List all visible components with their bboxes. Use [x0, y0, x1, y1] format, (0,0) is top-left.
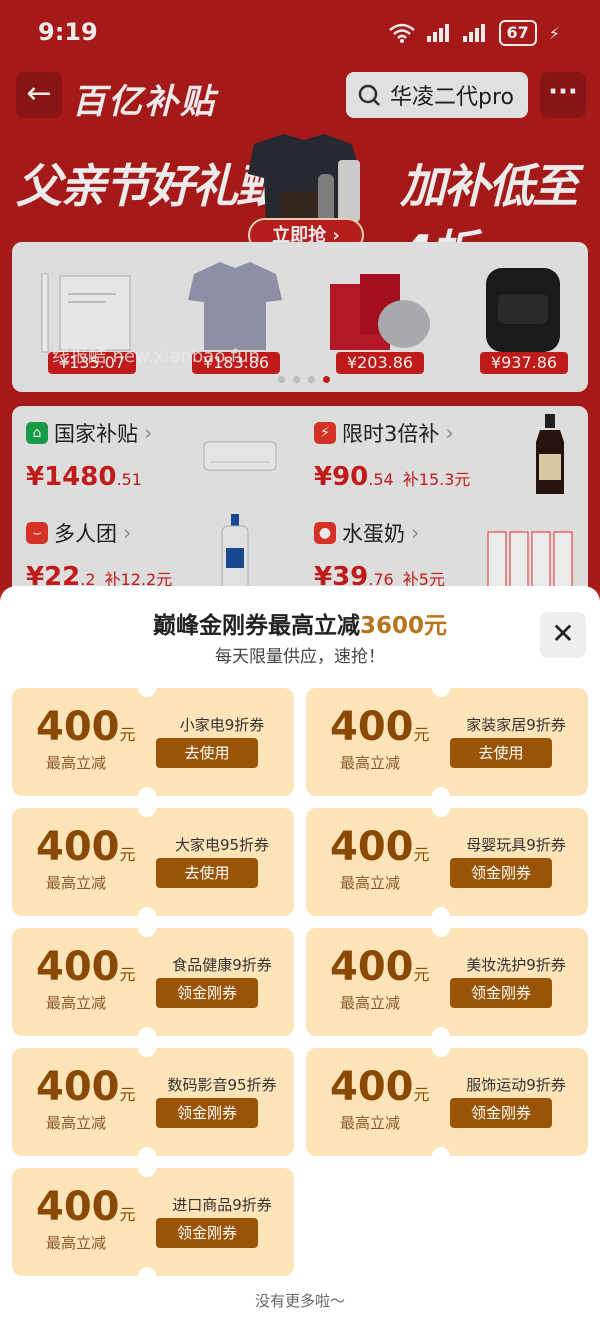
coupon-name: 食品健康9折券 [172, 956, 272, 974]
coupon-card[interactable]: 400元最高立减 进口商品9折券领金刚券 [12, 1168, 294, 1276]
coupon-action-button[interactable]: 领金刚券 [156, 978, 258, 1008]
coupon-amount: 400元 [330, 824, 430, 870]
coupon-notch [432, 928, 450, 937]
coupon-notch [138, 808, 156, 817]
coupon-amount: 400元 [330, 1064, 430, 1110]
coupon-action-button[interactable]: 领金刚券 [156, 1218, 258, 1248]
coupon-amount: 400元 [36, 824, 136, 870]
coupon-card[interactable]: 400元最高立减 服饰运动9折券领金刚券 [306, 1048, 588, 1156]
coupon-unit: 元 [119, 845, 136, 864]
coupon-caption: 最高立减 [46, 754, 107, 772]
coupon-caption: 最高立减 [340, 874, 401, 892]
coupon-name: 数码影音95折券 [167, 1076, 277, 1094]
coupon-notch [138, 1048, 156, 1057]
coupon-unit: 元 [413, 1085, 430, 1104]
coupon-notch [432, 1027, 450, 1036]
coupon-name: 服饰运动9折券 [466, 1076, 566, 1094]
coupon-notch [432, 1048, 450, 1057]
coupon-caption: 最高立减 [340, 994, 401, 1012]
no-more-text: 没有更多啦～ [254, 1292, 345, 1310]
coupon-action-button[interactable]: 去使用 [156, 858, 258, 888]
coupon-card[interactable]: 400元最高立减 大家电95折券去使用 [12, 808, 294, 916]
coupon-notch [138, 928, 156, 937]
coupon-amount: 400元 [330, 704, 430, 750]
coupon-amount: 400元 [36, 1184, 136, 1230]
coupon-name: 小家电9折券 [179, 716, 265, 734]
coupon-unit: 元 [413, 725, 430, 744]
coupon-action-button[interactable]: 领金刚券 [156, 1098, 258, 1128]
coupon-notch [432, 787, 450, 796]
coupon-sheet: 巅峰金刚券最高立减3600元 每天限量供应，速抢！ ✕ 400元 最高立减 小家电9… [0, 586, 600, 1318]
coupon-action-button[interactable]: 去使用 [156, 738, 258, 768]
coupon-unit: 元 [119, 965, 136, 984]
coupon-caption: 最高立减 [46, 874, 107, 892]
close-button[interactable]: ✕ [540, 612, 586, 658]
coupon-amount: 400元 [330, 944, 430, 990]
sheet-title-amount: 3600元 [359, 613, 447, 639]
sheet-subtitle: 每天限量供应，速抢！ [215, 647, 385, 667]
coupon-caption: 最高立减 [340, 754, 401, 772]
coupon-notch [138, 1168, 156, 1177]
coupon-notch [138, 907, 156, 916]
coupon-caption: 最高立减 [46, 1234, 107, 1252]
coupon-notch [138, 787, 156, 796]
coupon-notch [432, 808, 450, 817]
coupon-name: 母婴玩具9折券 [466, 836, 566, 854]
coupon-name: 进口商品9折券 [172, 1196, 272, 1214]
coupon-unit: 元 [413, 845, 430, 864]
coupon-card[interactable]: 400元最高立减 母婴玩具9折券领金刚券 [306, 808, 588, 916]
coupon-notch [138, 688, 156, 697]
coupon-action-button[interactable]: 去使用 [450, 738, 552, 768]
coupon-name: 大家电95折券 [174, 836, 270, 854]
coupon-action-button[interactable]: 领金刚券 [450, 1098, 552, 1128]
coupon-notch [432, 907, 450, 916]
coupon-notch [432, 688, 450, 697]
sheet-title: 巅峰金刚券最高立减3600元 [152, 613, 447, 639]
coupon-card[interactable]: 400元最高立减 数码影音95折券领金刚券 [12, 1048, 294, 1156]
coupon-amount: 400元 [36, 704, 136, 750]
coupon-caption: 最高立减 [46, 1114, 107, 1132]
coupon-unit: 元 [119, 725, 136, 744]
coupon-action-button[interactable]: 领金刚券 [450, 978, 552, 1008]
coupon-amount: 400元 [36, 1064, 136, 1110]
coupon-caption: 最高立减 [46, 994, 107, 1012]
coupon-card[interactable]: 400元最高立减 小家电9折券去使用 [12, 688, 294, 796]
coupon-card[interactable]: 400元最高立减 家装家居9折券去使用 [306, 688, 588, 796]
dim-overlay[interactable] [0, 0, 600, 590]
coupon-notch [138, 1147, 156, 1156]
coupon-name: 家装家居9折券 [466, 716, 566, 734]
coupon-notch [432, 1147, 450, 1156]
coupon-caption: 最高立减 [340, 1114, 401, 1132]
coupon-notch [138, 1027, 156, 1036]
coupon-unit: 元 [413, 965, 430, 984]
coupon-card[interactable]: 400元最高立减 美妆洗护9折券领金刚券 [306, 928, 588, 1036]
coupon-notch [138, 1267, 156, 1276]
coupon-name: 美妆洗护9折券 [466, 956, 566, 974]
coupon-action-button[interactable]: 领金刚券 [450, 858, 552, 888]
coupon-unit: 元 [119, 1205, 136, 1224]
coupon-unit: 元 [119, 1085, 136, 1104]
coupon-amount: 400元 [36, 944, 136, 990]
close-icon: ✕ [551, 617, 575, 650]
coupon-card[interactable]: 400元最高立减 食品健康9折券领金刚券 [12, 928, 294, 1036]
